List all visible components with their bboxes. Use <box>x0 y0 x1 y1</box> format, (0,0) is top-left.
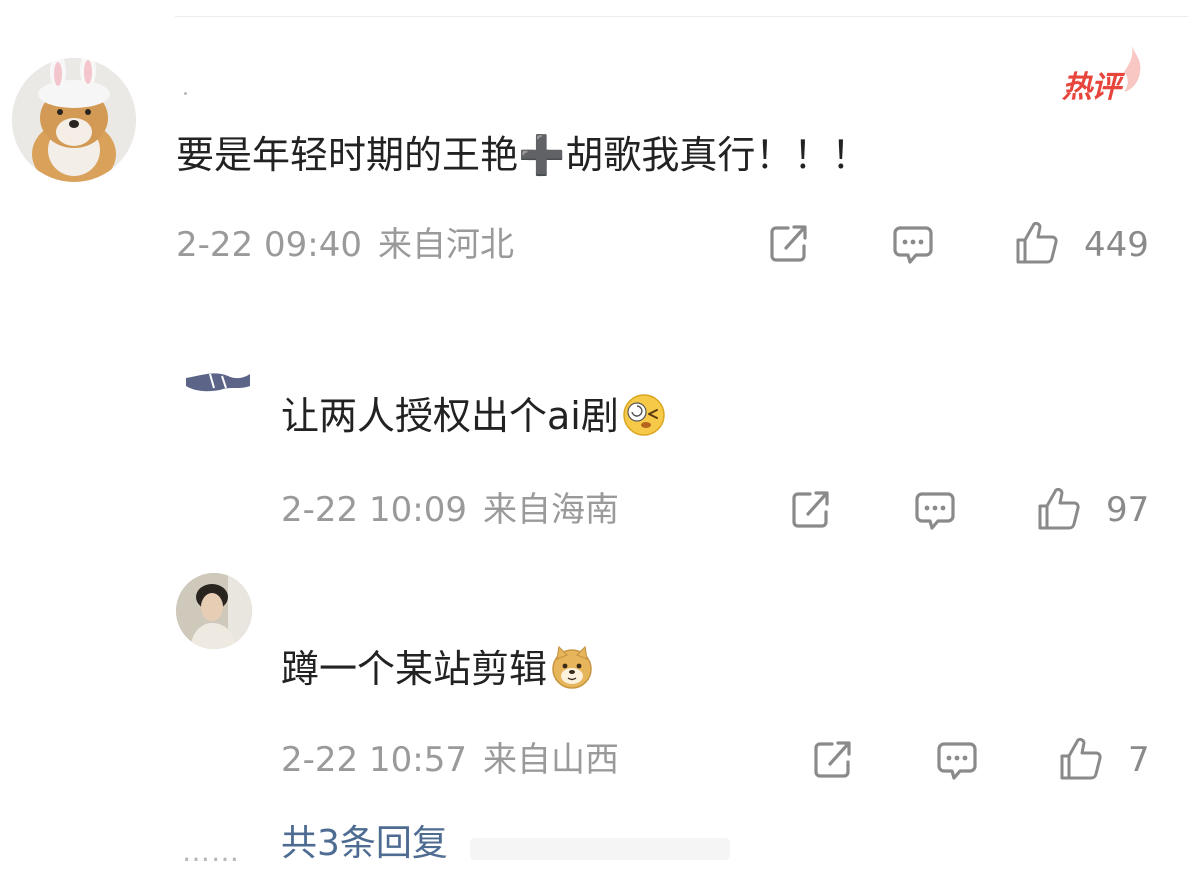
comment-time: 2-22 09:40 <box>176 225 362 265</box>
share-icon[interactable] <box>788 486 834 532</box>
thumbs-up-icon[interactable] <box>1014 220 1060 266</box>
reply-time: 2-22 10:09 <box>281 490 467 530</box>
avatar[interactable] <box>12 58 136 182</box>
like-count: 7 <box>1128 740 1150 780</box>
hot-badge-label: 热评 <box>1062 70 1121 105</box>
like-count: 449 <box>1084 225 1149 265</box>
comment-meta: 2-22 09:40 来自河北 <box>176 228 514 262</box>
more-replies-dots: …… <box>182 835 240 868</box>
comment-icon[interactable] <box>934 738 980 784</box>
thumbs-up-icon[interactable] <box>1058 736 1104 782</box>
reply-location: 来自海南 <box>482 490 619 530</box>
fade-overlay-bar <box>470 838 730 860</box>
top-divider <box>175 16 1188 17</box>
like-count: 97 <box>1106 490 1150 530</box>
share-icon[interactable] <box>810 736 856 782</box>
username[interactable] <box>184 92 187 95</box>
reply-text-content: 让两人授权出个ai剧 <box>281 394 619 438</box>
doge-emoji <box>549 645 595 691</box>
comment-icon[interactable] <box>912 488 958 534</box>
comment-text: 要是年轻时期的王艳➕胡歌我真行！！！ <box>176 133 870 177</box>
reply-text: 让两人授权出个ai剧 <box>281 393 667 438</box>
reply-meta: 2-22 10:57 来自山西 <box>281 743 619 777</box>
reply-text: 蹲一个某站剪辑 <box>281 645 595 691</box>
reply-time: 2-22 10:57 <box>281 740 467 780</box>
comment-location: 来自河北 <box>377 225 514 265</box>
more-replies-link[interactable]: 共3条回复 <box>281 826 448 862</box>
comment-icon[interactable] <box>890 222 936 268</box>
reply-avatar[interactable] <box>180 356 252 398</box>
reply-meta: 2-22 10:09 来自海南 <box>281 493 619 527</box>
reply-avatar[interactable] <box>176 573 252 649</box>
reply-location: 来自山西 <box>482 740 619 780</box>
share-icon[interactable] <box>766 220 812 266</box>
thumbs-up-icon[interactable] <box>1036 486 1082 532</box>
dizzy-face-emoji <box>621 392 667 438</box>
hot-comment-badge: 热评 <box>1058 44 1150 105</box>
reply-text-content: 蹲一个某站剪辑 <box>281 647 548 691</box>
